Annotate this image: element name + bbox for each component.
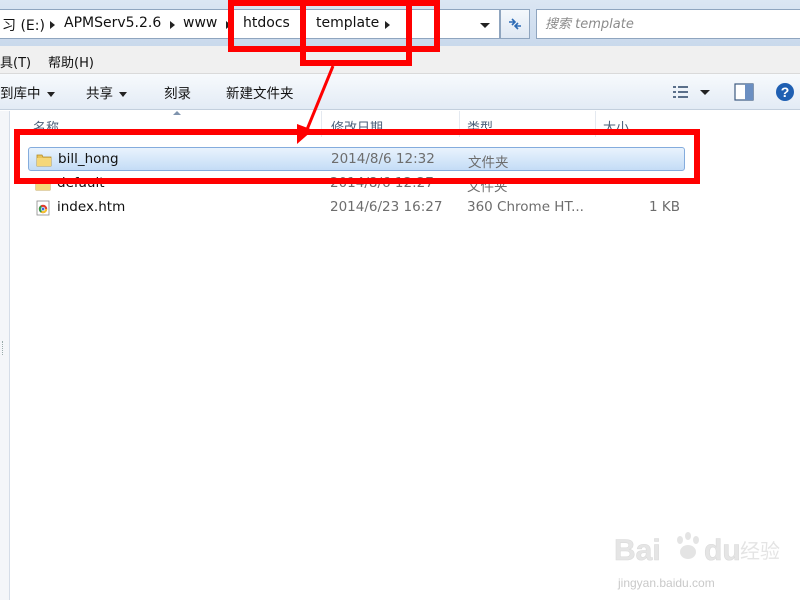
svg-text:du: du — [704, 534, 741, 567]
annotation-box-selected-row — [14, 129, 700, 184]
svg-text:Bai: Bai — [614, 534, 661, 567]
sort-ascending-icon — [173, 111, 181, 115]
help-icon[interactable]: ? — [775, 82, 795, 102]
search-box[interactable] — [536, 9, 800, 39]
chrome-html-icon — [36, 200, 50, 216]
svg-text:经验: 经验 — [740, 539, 780, 563]
burn-button[interactable]: 刻录 — [164, 82, 191, 102]
search-input[interactable] — [545, 14, 785, 34]
refresh-button[interactable] — [500, 9, 530, 39]
chevron-down-icon — [46, 91, 55, 97]
breadcrumb-apmserv[interactable]: APMServ5.2.6 — [64, 15, 161, 31]
preview-pane-icon[interactable] — [734, 83, 754, 101]
file-row-index-htm[interactable]: index.htm 2014/6/23 16:27 360 Chrome HT.… — [28, 196, 685, 220]
command-bar: 到库中 共享 刻录 新建文件夹 ? — [0, 74, 800, 110]
share-label: 共享 — [86, 86, 113, 102]
file-name: index.htm — [57, 199, 126, 215]
watermark-url: jingyan.baidu.com — [618, 576, 715, 590]
address-history-dropdown[interactable] — [476, 18, 494, 32]
menu-help[interactable]: 帮助(H) — [48, 52, 94, 71]
svg-text:?: ? — [781, 84, 790, 100]
view-dropdown-icon[interactable] — [700, 90, 710, 95]
navigation-pane[interactable] — [0, 111, 10, 600]
file-type: 360 Chrome HT... — [467, 199, 584, 215]
include-in-library-label: 到库中 — [0, 86, 41, 102]
breadcrumb-separator-icon[interactable] — [50, 21, 55, 29]
pane-resize-handle[interactable] — [2, 341, 6, 355]
chevron-down-icon — [119, 91, 127, 97]
breadcrumb-www[interactable]: www — [183, 15, 217, 31]
menu-tools[interactable]: 具(T) — [0, 52, 31, 71]
breadcrumb-drive[interactable]: 习 (E:) — [2, 15, 45, 35]
file-size: 1 KB — [649, 199, 680, 215]
annotation-box-template — [300, 0, 412, 66]
file-date-modified: 2014/6/23 16:27 — [330, 199, 443, 215]
new-folder-button[interactable]: 新建文件夹 — [226, 82, 294, 102]
include-in-library-button[interactable]: 到库中 — [0, 82, 55, 102]
share-button[interactable]: 共享 — [86, 82, 127, 102]
view-options-icon[interactable] — [672, 84, 690, 100]
breadcrumb-separator-icon[interactable] — [170, 21, 175, 29]
refresh-icon — [509, 18, 521, 30]
